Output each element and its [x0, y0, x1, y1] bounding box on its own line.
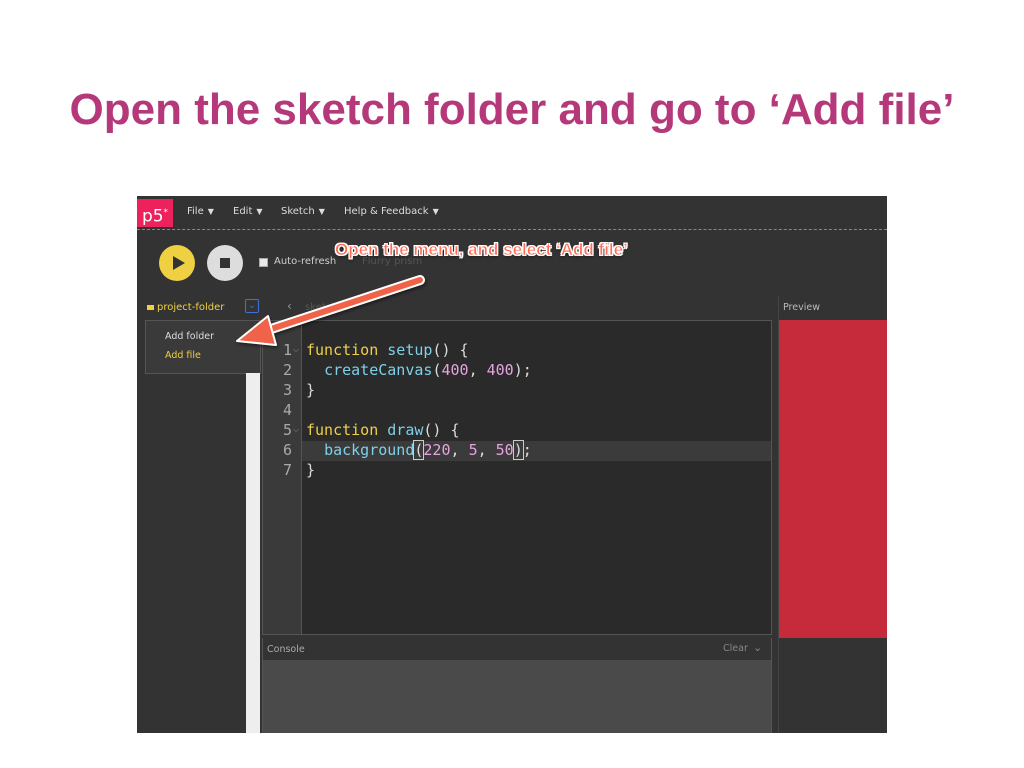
preview-label: Preview	[783, 302, 820, 313]
line-number: 5	[282, 421, 292, 439]
folder-icon	[147, 305, 154, 310]
fold-marker-icon[interactable]: ⌵	[293, 425, 299, 435]
auto-refresh-checkbox[interactable]	[259, 258, 268, 267]
console-collapse-icon[interactable]: ⌄	[753, 641, 762, 654]
collapse-sidebar-icon[interactable]: ‹	[287, 299, 292, 313]
folder-label: project-folder	[157, 302, 225, 313]
menu-file[interactable]: File ▼	[187, 206, 214, 217]
sidebar-folder[interactable]: project-folder	[147, 302, 224, 313]
console-clear-button[interactable]: Clear	[723, 643, 748, 654]
line-gutter: 1 2 3 4 5 6 7 ⌵ ⌵	[263, 321, 302, 634]
logo-asterisk: *	[163, 208, 169, 218]
caret-down-icon: ▼	[207, 207, 214, 216]
line-number: 1	[282, 341, 292, 359]
code-line-6: background(220, 5, 50);	[324, 440, 532, 460]
stop-button[interactable]	[207, 245, 243, 281]
logo-text: p5	[141, 206, 164, 227]
code-line-2: createCanvas(400, 400);	[324, 361, 532, 379]
line-number: 2	[282, 361, 292, 379]
line-number: 3	[282, 381, 292, 399]
code-line-7: }	[306, 461, 316, 479]
line-number: 7	[282, 461, 292, 479]
caret-down-icon: ▼	[432, 207, 439, 216]
menu-sketch[interactable]: Sketch ▼	[281, 206, 325, 217]
console-label: Console	[267, 644, 305, 655]
menu-help-feedback[interactable]: Help & Feedback ▼	[344, 206, 439, 217]
navbar: p5* File ▼ Edit ▼ Sketch ▼ Help & Feedback ▼	[137, 196, 887, 230]
preview-canvas[interactable]	[779, 320, 887, 638]
add-file-menu-item[interactable]: Add file	[165, 350, 201, 361]
sidebar-file-list	[246, 373, 260, 733]
play-button[interactable]	[159, 245, 195, 281]
caret-down-icon: ▼	[318, 207, 325, 216]
slide-title: Open the sketch folder and go to ‘Add fi…	[69, 85, 955, 134]
auto-refresh-label: Auto-refresh	[274, 256, 337, 267]
caret-down-icon: ▼	[256, 207, 263, 216]
menu-edit-label: Edit	[233, 206, 253, 217]
line-number: 6	[282, 441, 292, 459]
code-line-3: }	[306, 381, 316, 399]
menu-file-label: File	[187, 206, 204, 217]
console-panel: Console Clear ⌄	[262, 638, 772, 733]
code-line-5: function draw() {	[306, 421, 460, 439]
code-editor[interactable]: 1 2 3 4 5 6 7 ⌵ ⌵ function setup() { cre…	[262, 320, 772, 635]
folder-dropdown-menu: Add folder Add file	[145, 320, 261, 374]
menu-help-label: Help & Feedback	[344, 206, 429, 217]
annotation-callout: Open the menu, and select ‘Add file’	[335, 240, 628, 260]
fold-marker-icon[interactable]: ⌵	[293, 345, 299, 355]
console-header: Console Clear ⌄	[263, 638, 771, 660]
p5-editor-window: p5* File ▼ Edit ▼ Sketch ▼ Help & Feedback ▼…	[137, 196, 887, 733]
file-tab[interactable]: sketch.js	[305, 302, 349, 313]
line-number: 4	[282, 401, 292, 419]
folder-menu-toggle[interactable]: ⌄	[245, 299, 259, 313]
p5-logo[interactable]: p5*	[137, 199, 173, 227]
add-folder-menu-item[interactable]: Add folder	[165, 331, 214, 342]
menu-sketch-label: Sketch	[281, 206, 315, 217]
menu-edit[interactable]: Edit ▼	[233, 206, 263, 217]
code-line-1: function setup() {	[306, 341, 469, 359]
